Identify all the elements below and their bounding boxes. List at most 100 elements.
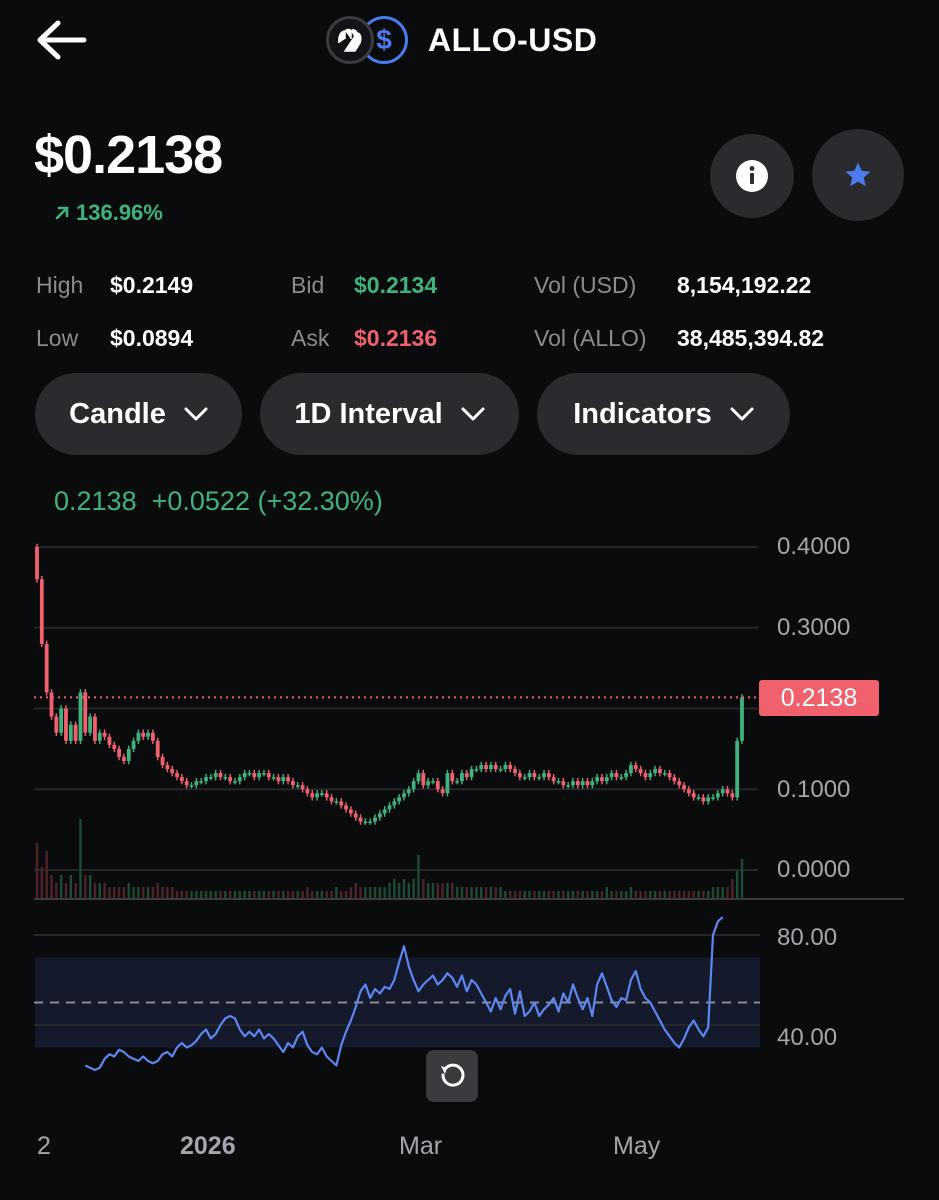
volume-bar <box>151 887 155 899</box>
volume-bar <box>195 891 198 899</box>
candle <box>464 773 469 778</box>
volume-bar <box>248 891 251 899</box>
low-label: Low <box>36 325 79 351</box>
candle <box>691 793 696 798</box>
vol-allo-value: 38,485,394.82 <box>677 325 825 351</box>
volume-bar <box>301 891 304 899</box>
candle <box>537 777 542 779</box>
back-button[interactable] <box>36 18 88 62</box>
info-icon <box>736 160 768 192</box>
candle <box>262 773 266 775</box>
candle <box>725 789 730 794</box>
volume-bar <box>228 891 232 899</box>
ask-label: Ask <box>291 325 330 351</box>
volume-bar <box>417 855 420 899</box>
volume-bar <box>687 891 691 899</box>
volume-bar <box>35 843 39 899</box>
ohlc-close: 0.2138 <box>54 486 137 516</box>
volume-bar <box>219 891 222 899</box>
candle <box>421 773 426 786</box>
candle <box>735 740 740 798</box>
volume-bar <box>364 887 367 899</box>
candle <box>575 781 580 786</box>
volume-bar <box>537 891 541 899</box>
reset-zoom-icon <box>441 1063 465 1087</box>
candle <box>160 756 165 766</box>
candle <box>286 777 290 782</box>
candle <box>455 781 460 783</box>
candle <box>218 773 223 778</box>
candle <box>49 692 54 717</box>
volume-bar <box>214 891 217 899</box>
candle <box>696 797 701 799</box>
last-price-tag: 0.2138 <box>759 680 879 716</box>
volume-bar <box>591 891 594 899</box>
volume-bar <box>137 887 140 899</box>
candle <box>706 797 711 802</box>
vol-usd-value: 8,154,192.22 <box>677 272 812 298</box>
candle <box>39 579 44 644</box>
volume-bar <box>431 883 435 899</box>
volume-bar <box>190 891 193 899</box>
volume-bar <box>84 875 87 899</box>
candle <box>556 781 561 783</box>
volume-bar <box>359 887 362 899</box>
volume-bar <box>731 879 734 899</box>
indicators-dropdown[interactable]: Indicators <box>537 373 790 455</box>
favorite-button[interactable] <box>812 129 904 221</box>
volume-bar <box>624 891 628 899</box>
volume-bar <box>639 891 642 899</box>
volume-bar <box>335 887 338 899</box>
candle <box>542 773 546 778</box>
volume-bar <box>93 883 97 899</box>
volume-bar <box>682 891 686 899</box>
volume-bar <box>74 883 77 899</box>
candle <box>561 781 566 786</box>
candle <box>517 773 522 778</box>
volume-bar <box>412 879 415 899</box>
candle <box>146 732 150 737</box>
candle <box>595 777 600 782</box>
chart-type-dropdown[interactable]: Candle <box>35 373 242 455</box>
candle <box>682 785 686 790</box>
volume-bar <box>311 891 314 899</box>
volume-bar <box>117 887 121 899</box>
volume-bar <box>393 879 396 899</box>
info-button[interactable] <box>710 134 794 218</box>
volume-bar <box>426 883 430 899</box>
candle <box>189 785 194 787</box>
candle <box>344 805 348 810</box>
volume-bar <box>171 887 174 899</box>
volume-bar <box>620 891 623 899</box>
candle <box>604 777 609 782</box>
volume-bar <box>470 887 473 899</box>
volume-bar <box>330 891 333 899</box>
volume-bar <box>702 891 705 899</box>
candle <box>179 777 184 782</box>
candle <box>348 809 353 814</box>
volume-bar <box>509 891 512 899</box>
volume-bar <box>209 891 213 899</box>
volume-bar <box>103 883 106 899</box>
interval-dropdown[interactable]: 1D Interval <box>260 373 519 455</box>
candle <box>136 732 141 741</box>
volume-bar <box>127 883 130 899</box>
interval-label: 1D Interval <box>294 397 443 430</box>
candle <box>59 708 64 733</box>
volume-bar <box>547 891 551 899</box>
candle <box>373 817 377 822</box>
chevron-down-icon <box>184 407 208 421</box>
reset-zoom-button[interactable] <box>426 1050 478 1102</box>
candle <box>165 765 170 770</box>
candle <box>64 708 68 741</box>
candle <box>571 781 575 786</box>
low-value: $0.0894 <box>110 325 194 351</box>
volume-bar <box>286 891 290 899</box>
volume-bar <box>69 875 73 899</box>
candle <box>740 697 744 741</box>
volume-bar <box>55 883 58 899</box>
candle <box>489 765 493 770</box>
candle <box>479 765 484 770</box>
candle <box>493 765 498 770</box>
rsi-tick-label: 40.00 <box>777 1024 838 1051</box>
